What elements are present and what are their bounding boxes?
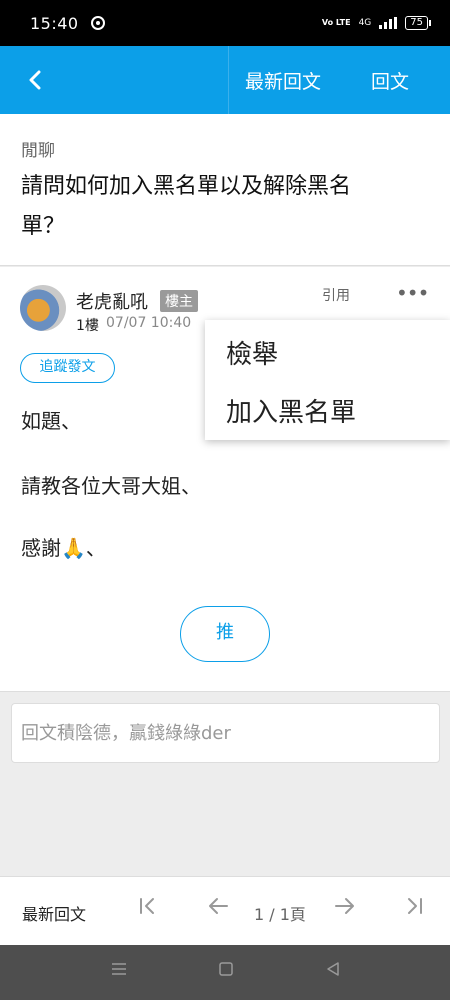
- next-page-icon[interactable]: [333, 896, 357, 922]
- author-name[interactable]: 老虎亂吼: [76, 288, 148, 314]
- reply-input[interactable]: [11, 703, 440, 763]
- system-navigation-bar: [0, 945, 450, 1000]
- top-app-bar: 最新回文 回文: [0, 46, 450, 114]
- post-time: 07/07 10:40: [106, 315, 192, 331]
- top-divider: [228, 46, 229, 114]
- op-badge: 樓主: [160, 290, 198, 312]
- more-options-icon[interactable]: •••: [396, 281, 429, 305]
- back-triangle-icon[interactable]: [325, 961, 341, 982]
- status-indicators: Vo LTE 4G 75: [321, 16, 431, 30]
- prev-page-icon[interactable]: [206, 896, 230, 922]
- first-page-icon[interactable]: [138, 896, 158, 922]
- floor-label: 1樓: [76, 318, 99, 334]
- follow-post-button[interactable]: 追蹤發文: [20, 353, 115, 383]
- status-bar: 15:40 Vo LTE 4G 75: [0, 0, 450, 46]
- latest-replies-button[interactable]: 最新回文: [245, 67, 321, 94]
- page-indicator: 1 / 1頁: [254, 905, 306, 924]
- thread-title: 請問如何加入黑名單以及解除黑名 單？: [21, 167, 430, 247]
- thread-title-line: 單？: [21, 214, 66, 239]
- board-name[interactable]: 閒聊: [21, 136, 430, 161]
- post-options-menu: 檢舉 加入黑名單: [205, 320, 450, 440]
- avatar[interactable]: [20, 285, 66, 331]
- network-label: 4G: [358, 18, 372, 28]
- thread-title-line: 請問如何加入黑名單以及解除黑名: [21, 174, 352, 199]
- back-button[interactable]: [0, 46, 70, 114]
- chrome-icon: [90, 16, 105, 30]
- reply-button[interactable]: 回文: [371, 67, 409, 94]
- menu-item-report[interactable]: 檢舉: [226, 334, 278, 371]
- post-body-line: 請教各位大哥大姐、: [21, 474, 201, 498]
- last-page-icon[interactable]: [404, 896, 424, 922]
- signal-icon: [379, 17, 398, 29]
- chevron-left-icon: [29, 70, 41, 90]
- push-button[interactable]: 推: [180, 606, 270, 662]
- post-body-line: 感謝🙏、: [21, 536, 106, 560]
- menu-icon[interactable]: [110, 961, 128, 982]
- status-time: 15:40: [30, 13, 79, 33]
- post-body-line: 如題、: [21, 409, 81, 433]
- volte-label: Vo LTE: [321, 18, 351, 27]
- bottom-latest-replies-button[interactable]: 最新回文: [22, 901, 86, 925]
- bottom-bar: 最新回文 1 / 1頁: [0, 876, 450, 945]
- menu-item-add-blacklist[interactable]: 加入黑名單: [226, 392, 356, 429]
- battery-icon: 75: [405, 16, 431, 30]
- quote-button[interactable]: 引用: [322, 285, 350, 305]
- thread-header: 閒聊 請問如何加入黑名單以及解除黑名 單？: [0, 114, 450, 266]
- home-icon[interactable]: [218, 961, 234, 982]
